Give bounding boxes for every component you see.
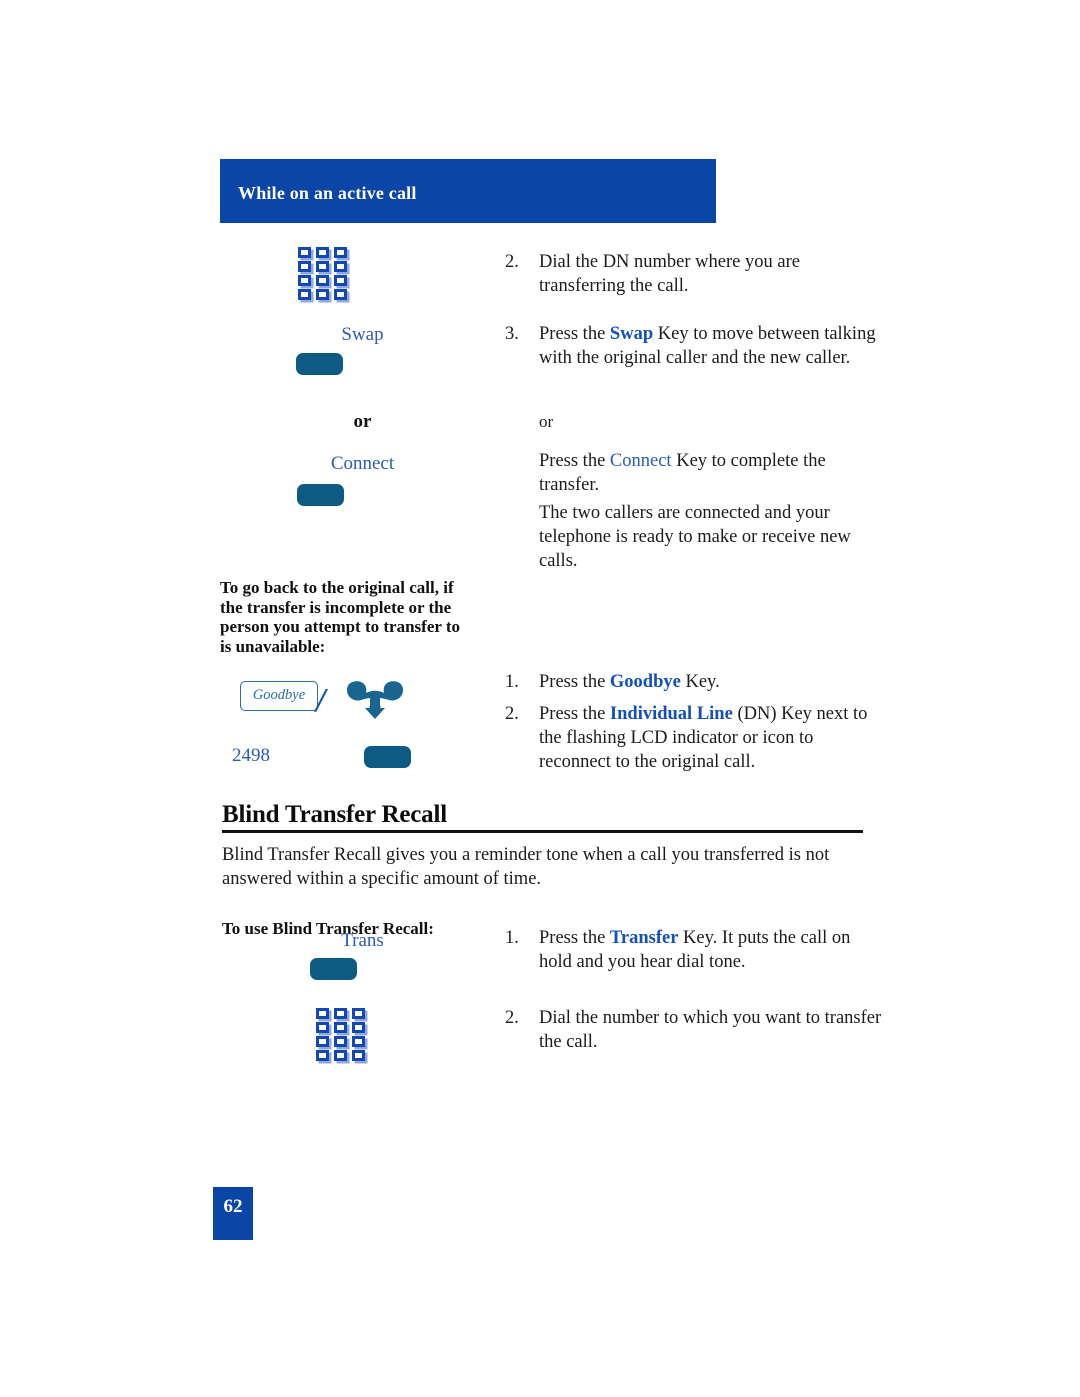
page-number-badge: 62: [213, 1187, 253, 1240]
keyword-goodbye: Goodbye: [609, 672, 681, 692]
keypad-icon: [298, 247, 355, 309]
step-text: Press the Swap Key to move between talki…: [539, 322, 885, 370]
heading-rule: [222, 830, 863, 833]
page-title: Blind Transfer Recall: [222, 801, 447, 828]
or-divider-right: or: [539, 412, 554, 431]
keyword-swap: Swap: [609, 324, 654, 344]
step-number: 1.: [505, 672, 519, 692]
or-divider-left: or: [353, 411, 372, 432]
step-number: 1.: [505, 928, 519, 948]
step-text: Press the Individual Line (DN) Key next …: [539, 702, 885, 774]
page-number: 62: [223, 1196, 243, 1217]
step-text-run: Dial the number to which you want to tra…: [539, 1008, 882, 1052]
connect-instruction: Press the Connect Key to complete the tr…: [539, 449, 879, 497]
swap-softkey-button[interactable]: [296, 353, 343, 375]
handset-down-icon: [345, 678, 405, 725]
trans-softkey-button[interactable]: [310, 958, 357, 980]
keypad-icon: [316, 1008, 373, 1070]
step-item: 1. Press the Transfer Key. It puts the c…: [505, 926, 885, 974]
fallback-note: To go back to the original call, if the …: [220, 578, 461, 656]
keyword-connect: Connect: [609, 451, 672, 471]
connect-softkey-button[interactable]: [297, 484, 344, 506]
step-text: Dial the DN number where you are transfe…: [539, 250, 885, 298]
goodbye-key-label: Goodbye: [252, 687, 306, 703]
step-item: 3. Press the Swap Key to move between ta…: [505, 322, 885, 370]
section-header-label: While on an active call: [238, 183, 417, 203]
dn-number-label: 2498: [232, 745, 270, 766]
document-page: While on an active call 2. Dial the DN n…: [0, 0, 1080, 1397]
step-text-run: Press the: [539, 928, 610, 948]
step-number: 3.: [505, 324, 519, 344]
step-text-run: Key.: [680, 672, 720, 692]
or-separator-slash: /: [316, 682, 326, 719]
step-text: Press the Transfer Key. It puts the call…: [539, 926, 885, 974]
step-item: 1. Press the Goodbye Key.: [505, 670, 885, 694]
goodbye-key-button[interactable]: Goodbye: [240, 681, 318, 711]
step-text: Press the Goodbye Key.: [539, 670, 885, 694]
step-number: 2.: [505, 252, 519, 272]
step-number: 2.: [505, 1008, 519, 1028]
step-item: 2. Dial the DN number where you are tran…: [505, 250, 885, 298]
connect-key-label: Connect: [330, 453, 395, 474]
step-text-run: Dial the DN number where you are transfe…: [539, 252, 800, 296]
step-item: 2. Press the Individual Line (DN) Key ne…: [505, 702, 885, 774]
step-item: 2. Dial the number to which you want to …: [505, 1006, 885, 1054]
individual-line-softkey-button[interactable]: [364, 746, 411, 768]
swap-key-label: Swap: [341, 324, 384, 345]
keyword-individual-line: Individual Line: [609, 704, 733, 724]
step-text-run: Press the: [539, 324, 610, 344]
step-text-run: Press the: [539, 704, 610, 724]
connect-result-text: The two callers are connected and your t…: [539, 503, 851, 571]
step-text-run: Press the: [539, 672, 610, 692]
section-header-bar: While on an active call: [220, 159, 716, 223]
step-number: 2.: [505, 704, 519, 724]
intro-paragraph: Blind Transfer Recall gives you a remind…: [222, 845, 830, 889]
connect-text-run: Press the: [539, 451, 610, 471]
step-text: Dial the number to which you want to tra…: [539, 1006, 885, 1054]
trans-key-label: Trans: [341, 930, 384, 951]
keyword-transfer: Transfer: [609, 928, 679, 948]
